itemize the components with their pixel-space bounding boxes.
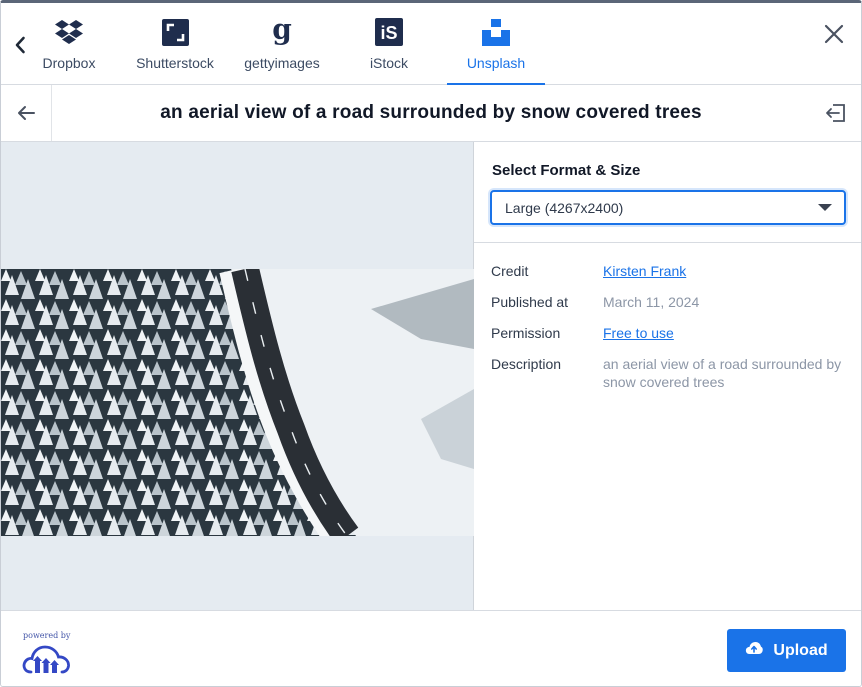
svg-text:g: g	[272, 17, 292, 46]
asset-title-bar: an aerial view of a road surrounded by s…	[1, 85, 861, 142]
arrow-left-icon[interactable]	[1, 85, 52, 141]
metadata-list: Credit Kirsten Frank Published at March …	[491, 262, 851, 404]
format-size-value: Large (4267x2400)	[505, 199, 624, 216]
istock-icon: iS	[374, 17, 404, 47]
description-value: an aerial view of a road surrounded by s…	[603, 356, 842, 390]
format-size-select[interactable]: Large (4267x2400)	[490, 190, 846, 225]
gettyimages-icon: g	[267, 17, 297, 47]
cloud-upload-icon	[745, 641, 764, 660]
unsplash-icon	[481, 17, 511, 47]
tab-label: Unsplash	[466, 55, 526, 71]
tab-istock[interactable]: iS iStock	[360, 3, 418, 85]
description-label: Description	[491, 356, 562, 372]
credit-row: Credit Kirsten Frank	[491, 262, 851, 280]
credit-label: Credit	[491, 263, 529, 279]
tab-dropbox[interactable]: Dropbox	[35, 3, 103, 85]
tab-label: iStock	[369, 55, 409, 71]
media-picker-dialog: Dropbox Shutterstock g gettyimages iS iS…	[0, 0, 862, 687]
format-heading: Select Format & Size	[492, 162, 641, 179]
powered-by-label: powered by	[23, 631, 71, 640]
sign-out-icon[interactable]	[810, 85, 861, 141]
tab-gettyimages[interactable]: g gettyimages	[241, 3, 323, 85]
tab-label: Dropbox	[42, 55, 96, 71]
upload-button[interactable]: Upload	[727, 629, 846, 672]
permission-label: Permission	[491, 325, 561, 341]
dialog-footer: powered by Upload	[1, 610, 861, 686]
description-row: Description an aerial view of a road sur…	[491, 355, 851, 391]
close-icon[interactable]	[821, 21, 847, 47]
shutterstock-icon	[160, 17, 190, 47]
tab-label: Shutterstock	[136, 55, 214, 71]
tab-unsplash[interactable]: Unsplash	[447, 3, 545, 85]
page-title: an aerial view of a road surrounded by s…	[160, 102, 702, 123]
caret-down-icon	[818, 204, 832, 211]
preview-image	[1, 269, 474, 536]
divider	[474, 242, 861, 243]
permission-row: Permission Free to use	[491, 324, 851, 342]
published-value: March 11, 2024	[603, 294, 700, 310]
cloudinary-logo-icon[interactable]	[22, 642, 70, 675]
svg-text:iS: iS	[380, 23, 397, 43]
dropbox-icon	[54, 17, 84, 47]
upload-label: Upload	[773, 641, 828, 659]
tab-label: gettyimages	[244, 55, 320, 71]
published-label: Published at	[491, 294, 569, 310]
asset-details-panel: Select Format & Size Large (4267x2400) C…	[474, 142, 861, 610]
published-row: Published at March 11, 2024	[491, 293, 851, 311]
chevron-left-icon[interactable]	[9, 33, 31, 57]
source-tabs-bar: Dropbox Shutterstock g gettyimages iS iS…	[1, 3, 861, 85]
credit-link[interactable]: Kirsten Frank	[603, 263, 686, 279]
permission-link[interactable]: Free to use	[603, 325, 674, 341]
tab-shutterstock[interactable]: Shutterstock	[131, 3, 219, 85]
image-preview-area	[1, 142, 474, 610]
